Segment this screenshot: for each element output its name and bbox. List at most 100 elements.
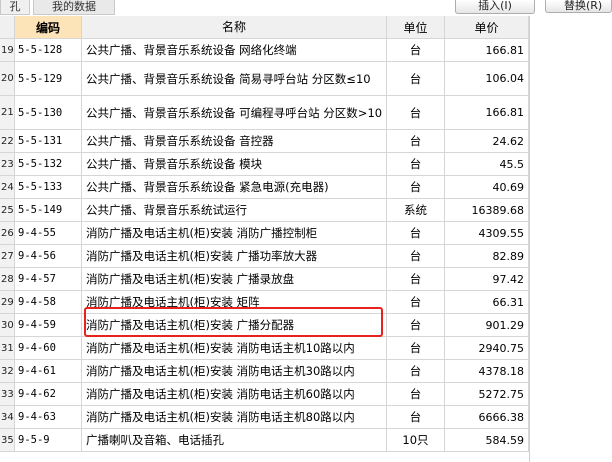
row-price[interactable]: 2940.75 — [445, 337, 529, 359]
row-unit[interactable]: 台 — [387, 96, 445, 129]
row-unit[interactable]: 台 — [387, 130, 445, 152]
row-name[interactable]: 消防广播及电话主机(柜)安装 广播录放盘 — [82, 268, 387, 290]
row-index[interactable]: 23 — [0, 153, 15, 175]
row-code[interactable]: 9-4-59 — [15, 314, 82, 336]
row-index[interactable]: 24 — [0, 176, 15, 198]
row-name[interactable]: 公共广播、背景音乐系统试运行 — [82, 199, 387, 221]
row-code[interactable]: 5-5-130 — [15, 96, 82, 129]
row-name[interactable]: 公共广播、背景音乐系统设备 可编程寻呼台站 分区数>10 — [82, 96, 387, 129]
row-name[interactable]: 消防广播及电话主机(柜)安装 消防电话主机80路以内 — [82, 406, 387, 428]
table-row[interactable]: 35 9-5-9 广播喇叭及音箱、电话插孔 10只 584.59 — [0, 429, 529, 452]
row-index[interactable]: 20 — [0, 62, 15, 95]
row-code[interactable]: 5-5-131 — [15, 130, 82, 152]
header-code[interactable]: 编码 — [15, 16, 82, 38]
row-unit[interactable]: 台 — [387, 62, 445, 95]
table-row[interactable]: 30 9-4-59 消防广播及电话主机(柜)安装 广播分配器台 901.29 — [0, 314, 529, 337]
row-price[interactable]: 66.31 — [445, 291, 529, 313]
row-price[interactable]: 584.59 — [445, 429, 529, 451]
row-index[interactable]: 30 — [0, 314, 15, 336]
row-price[interactable]: 5272.75 — [445, 383, 529, 405]
table-row[interactable]: 19 5-5-128 公共广播、背景音乐系统设备 网络化终端台 166.81 — [0, 39, 529, 62]
row-price[interactable]: 24.62 — [445, 130, 529, 152]
row-name[interactable]: 消防广播及电话主机(柜)安装 消防电话主机30路以内 — [82, 360, 387, 382]
table-row[interactable]: 34 9-4-63 消防广播及电话主机(柜)安装 消防电话主机80路以内台 6666.… — [0, 406, 529, 429]
insert-button[interactable]: 插入(I) — [455, 0, 535, 14]
row-price[interactable]: 106.04 — [445, 62, 529, 95]
row-price[interactable]: 82.89 — [445, 245, 529, 267]
row-name[interactable]: 公共广播、背景音乐系统设备 模块 — [82, 153, 387, 175]
row-code[interactable]: 5-5-128 — [15, 39, 82, 61]
row-price[interactable]: 4309.55 — [445, 222, 529, 244]
row-index[interactable]: 21 — [0, 96, 15, 129]
header-name[interactable]: 名称 — [82, 16, 387, 38]
row-index[interactable]: 26 — [0, 222, 15, 244]
table-row[interactable]: 33 9-4-62 消防广播及电话主机(柜)安装 消防电话主机60路以内台 5272.… — [0, 383, 529, 406]
table-row[interactable]: 22 5-5-131 公共广播、背景音乐系统设备 音控器台 24.62 — [0, 130, 529, 153]
row-code[interactable]: 9-4-63 — [15, 406, 82, 428]
row-index[interactable]: 19 — [0, 39, 15, 61]
row-name[interactable]: 公共广播、背景音乐系统设备 紧急电源(充电器) — [82, 176, 387, 198]
row-unit[interactable]: 台 — [387, 383, 445, 405]
row-unit[interactable]: 10只 — [387, 429, 445, 451]
row-price[interactable]: 166.81 — [445, 39, 529, 61]
row-name[interactable]: 公共广播、背景音乐系统设备 网络化终端 — [82, 39, 387, 61]
row-code[interactable]: 9-4-56 — [15, 245, 82, 267]
row-name[interactable]: 消防广播及电话主机(柜)安装 矩阵 — [82, 291, 387, 313]
row-name[interactable]: 消防广播及电话主机(柜)安装 广播功率放大器 — [82, 245, 387, 267]
table-row[interactable]: 24 5-5-133 公共广播、背景音乐系统设备 紧急电源(充电器) 台 40.69 — [0, 176, 529, 199]
table-row[interactable]: 28 9-4-57 消防广播及电话主机(柜)安装 广播录放盘台 97.42 — [0, 268, 529, 291]
table-row[interactable]: 20 5-5-129 公共广播、背景音乐系统设备 简易寻呼台站 分区数≤10 台 106… — [0, 62, 529, 96]
row-code[interactable]: 9-4-58 — [15, 291, 82, 313]
header-unit[interactable]: 单位 — [387, 16, 445, 38]
row-unit[interactable]: 台 — [387, 406, 445, 428]
table-row[interactable]: 23 5-5-132 公共广播、背景音乐系统设备 模块台 45.5 — [0, 153, 529, 176]
row-code[interactable]: 9-5-9 — [15, 429, 82, 451]
row-name[interactable]: 消防广播及电话主机(柜)安装 消防电话主机10路以内 — [82, 337, 387, 359]
row-index[interactable]: 33 — [0, 383, 15, 405]
row-index[interactable]: 28 — [0, 268, 15, 290]
row-index[interactable]: 35 — [0, 429, 15, 451]
row-name[interactable]: 公共广播、背景音乐系统设备 音控器 — [82, 130, 387, 152]
row-index[interactable]: 34 — [0, 406, 15, 428]
row-unit[interactable]: 台 — [387, 222, 445, 244]
row-price[interactable]: 40.69 — [445, 176, 529, 198]
row-name[interactable]: 广播喇叭及音箱、电话插孔 — [82, 429, 387, 451]
table-row[interactable]: 29 9-4-58 消防广播及电话主机(柜)安装 矩阵台 66.31 — [0, 291, 529, 314]
row-code[interactable]: 5-5-129 — [15, 62, 82, 95]
row-code[interactable]: 5-5-133 — [15, 176, 82, 198]
row-index[interactable]: 29 — [0, 291, 15, 313]
row-code[interactable]: 9-4-57 — [15, 268, 82, 290]
row-unit[interactable]: 台 — [387, 337, 445, 359]
row-name[interactable]: 公共广播、背景音乐系统设备 简易寻呼台站 分区数≤10 — [82, 62, 387, 95]
row-unit[interactable]: 台 — [387, 39, 445, 61]
row-code[interactable]: 5-5-149 — [15, 199, 82, 221]
table-row[interactable]: 21 5-5-130 公共广播、背景音乐系统设备 可编程寻呼台站 分区数>10 台 16… — [0, 96, 529, 130]
row-price[interactable]: 4378.18 — [445, 360, 529, 382]
row-unit[interactable]: 台 — [387, 291, 445, 313]
row-price[interactable]: 97.42 — [445, 268, 529, 290]
table-row[interactable]: 25 5-5-149 公共广播、背景音乐系统试运行 系统 16389.68 — [0, 199, 529, 222]
row-price[interactable]: 6666.38 — [445, 406, 529, 428]
row-code[interactable]: 9-4-61 — [15, 360, 82, 382]
row-index[interactable]: 32 — [0, 360, 15, 382]
row-index[interactable]: 25 — [0, 199, 15, 221]
row-unit[interactable]: 台 — [387, 360, 445, 382]
row-index[interactable]: 27 — [0, 245, 15, 267]
row-unit[interactable]: 台 — [387, 268, 445, 290]
row-index[interactable]: 22 — [0, 130, 15, 152]
header-price[interactable]: 单价 — [445, 16, 529, 38]
table-row[interactable]: 26 9-4-55 消防广播及电话主机(柜)安装 消防广播控制柜台 4309.55 — [0, 222, 529, 245]
row-unit[interactable]: 台 — [387, 153, 445, 175]
tab-left[interactable]: 孔 — [0, 0, 30, 15]
table-row[interactable]: 27 9-4-56 消防广播及电话主机(柜)安装 广播功率放大器台 82.89 — [0, 245, 529, 268]
row-code[interactable]: 9-4-55 — [15, 222, 82, 244]
row-name[interactable]: 消防广播及电话主机(柜)安装 消防广播控制柜 — [82, 222, 387, 244]
row-unit[interactable]: 台 — [387, 314, 445, 336]
tab-my-data[interactable]: 我的数据 — [33, 0, 115, 15]
row-name[interactable]: 消防广播及电话主机(柜)安装 广播分配器 — [82, 314, 387, 336]
row-code[interactable]: 9-4-62 — [15, 383, 82, 405]
row-code[interactable]: 9-4-60 — [15, 337, 82, 359]
row-price[interactable]: 166.81 — [445, 96, 529, 129]
replace-button[interactable]: 替换(R) — [545, 0, 612, 13]
row-unit[interactable]: 系统 — [387, 199, 445, 221]
